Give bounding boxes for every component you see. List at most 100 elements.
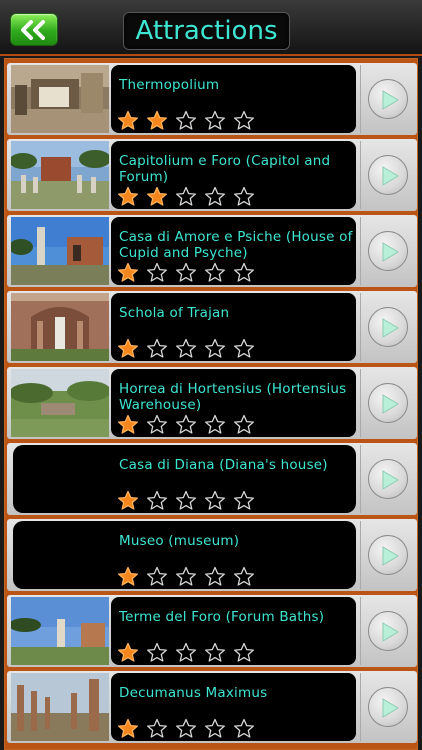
star-empty-icon <box>175 110 197 131</box>
star-rating <box>117 338 262 358</box>
star-empty-icon <box>175 490 197 511</box>
star-empty-icon <box>146 338 168 359</box>
star-filled-icon <box>117 566 139 587</box>
star-filled-icon <box>117 110 139 131</box>
star-empty-icon <box>175 642 197 663</box>
open-attraction-button[interactable] <box>368 535 408 575</box>
open-attraction-button[interactable] <box>368 155 408 195</box>
list-item[interactable]: Casa di Diana (Diana's house) <box>7 443 417 515</box>
star-rating <box>117 262 262 282</box>
attraction-thumbnail <box>11 369 109 437</box>
star-rating <box>117 642 262 662</box>
attraction-card[interactable]: Schola of Trajan <box>111 293 356 361</box>
list-item[interactable]: Museo (museum) <box>7 519 417 591</box>
star-filled-icon <box>117 718 139 739</box>
star-empty-icon <box>233 718 255 739</box>
back-button[interactable] <box>10 13 58 46</box>
star-filled-icon <box>117 338 139 359</box>
star-empty-icon <box>204 262 226 283</box>
star-empty-icon <box>233 490 255 511</box>
attraction-name: Capitolium e Foro (Capitol and Forum) <box>119 153 331 185</box>
star-empty-icon <box>175 262 197 283</box>
open-attraction-button[interactable] <box>368 459 408 499</box>
star-empty-icon <box>204 110 226 131</box>
attraction-name: Museo (museum) <box>119 533 240 549</box>
attraction-thumbnail <box>11 217 109 285</box>
double-chevron-left-icon <box>21 20 45 40</box>
star-filled-icon <box>117 642 139 663</box>
star-empty-icon <box>233 566 255 587</box>
open-attraction-button[interactable] <box>368 687 408 727</box>
play-arrow-icon <box>382 318 399 338</box>
star-filled-icon <box>117 262 139 283</box>
open-attraction-button[interactable] <box>368 231 408 271</box>
star-empty-icon <box>146 566 168 587</box>
attraction-card[interactable]: Casa di Diana (Diana's house) <box>13 445 356 513</box>
attraction-name: Casa di Amore e Psiche (House of Cupid a… <box>119 229 353 261</box>
open-attraction-button[interactable] <box>368 383 408 423</box>
list-item[interactable]: Casa di Amore e Psiche (House of Cupid a… <box>7 215 417 287</box>
attraction-card[interactable]: Thermopolium <box>111 65 356 133</box>
star-empty-icon <box>146 262 168 283</box>
list-item[interactable]: Horrea di Hortensius (Hortensius Warehou… <box>7 367 417 439</box>
attraction-name: Thermopolium <box>119 77 220 93</box>
play-arrow-icon <box>382 394 399 414</box>
attraction-card[interactable]: Horrea di Hortensius (Hortensius Warehou… <box>111 369 356 437</box>
star-empty-icon <box>146 642 168 663</box>
play-arrow-icon <box>382 622 399 642</box>
star-filled-icon <box>117 186 139 207</box>
list-item[interactable]: Decumanus Maximus <box>7 671 417 743</box>
star-empty-icon <box>233 186 255 207</box>
star-empty-icon <box>175 566 197 587</box>
star-rating <box>117 110 262 130</box>
attraction-name: Terme del Foro (Forum Baths) <box>119 609 325 625</box>
star-empty-icon <box>146 718 168 739</box>
attractions-list[interactable]: Thermopolium Capitolium e Foro (Capitol … <box>4 58 418 750</box>
attraction-thumbnail <box>11 65 109 133</box>
attraction-name: Schola of Trajan <box>119 305 230 321</box>
attraction-card[interactable]: Terme del Foro (Forum Baths) <box>111 597 356 665</box>
star-filled-icon <box>146 186 168 207</box>
star-empty-icon <box>204 718 226 739</box>
star-empty-icon <box>146 414 168 435</box>
attraction-thumbnail <box>11 293 109 361</box>
star-rating <box>117 718 262 738</box>
list-item[interactable]: Capitolium e Foro (Capitol and Forum) <box>7 139 417 211</box>
star-empty-icon <box>204 338 226 359</box>
star-empty-icon <box>233 110 255 131</box>
star-empty-icon <box>175 718 197 739</box>
star-empty-icon <box>204 490 226 511</box>
play-arrow-icon <box>382 242 399 262</box>
list-item[interactable]: Terme del Foro (Forum Baths) <box>7 595 417 667</box>
star-rating <box>117 186 262 206</box>
attraction-card[interactable]: Museo (museum) <box>13 521 356 589</box>
open-attraction-button[interactable] <box>368 307 408 347</box>
list-item[interactable]: Thermopolium <box>7 63 417 135</box>
star-filled-icon <box>117 414 139 435</box>
play-arrow-icon <box>382 470 399 490</box>
attraction-card[interactable]: Decumanus Maximus <box>111 673 356 741</box>
attraction-name: Decumanus Maximus <box>119 685 268 701</box>
play-arrow-icon <box>382 90 399 110</box>
star-rating <box>117 414 262 434</box>
attraction-card[interactable]: Capitolium e Foro (Capitol and Forum) <box>111 141 356 209</box>
star-empty-icon <box>175 186 197 207</box>
star-filled-icon <box>117 490 139 511</box>
play-arrow-icon <box>382 698 399 718</box>
star-rating <box>117 490 262 510</box>
open-attraction-button[interactable] <box>368 611 408 651</box>
star-filled-icon <box>146 110 168 131</box>
attraction-name: Casa di Diana (Diana's house) <box>119 457 328 473</box>
star-empty-icon <box>204 566 226 587</box>
star-empty-icon <box>204 642 226 663</box>
attraction-thumbnail <box>11 597 109 665</box>
attraction-card[interactable]: Casa di Amore e Psiche (House of Cupid a… <box>111 217 356 285</box>
star-empty-icon <box>233 642 255 663</box>
star-empty-icon <box>146 490 168 511</box>
star-rating <box>117 566 262 586</box>
list-item[interactable]: Schola of Trajan <box>7 291 417 363</box>
star-empty-icon <box>204 186 226 207</box>
open-attraction-button[interactable] <box>368 79 408 119</box>
page-title: Attractions <box>123 12 290 50</box>
play-arrow-icon <box>382 166 399 186</box>
